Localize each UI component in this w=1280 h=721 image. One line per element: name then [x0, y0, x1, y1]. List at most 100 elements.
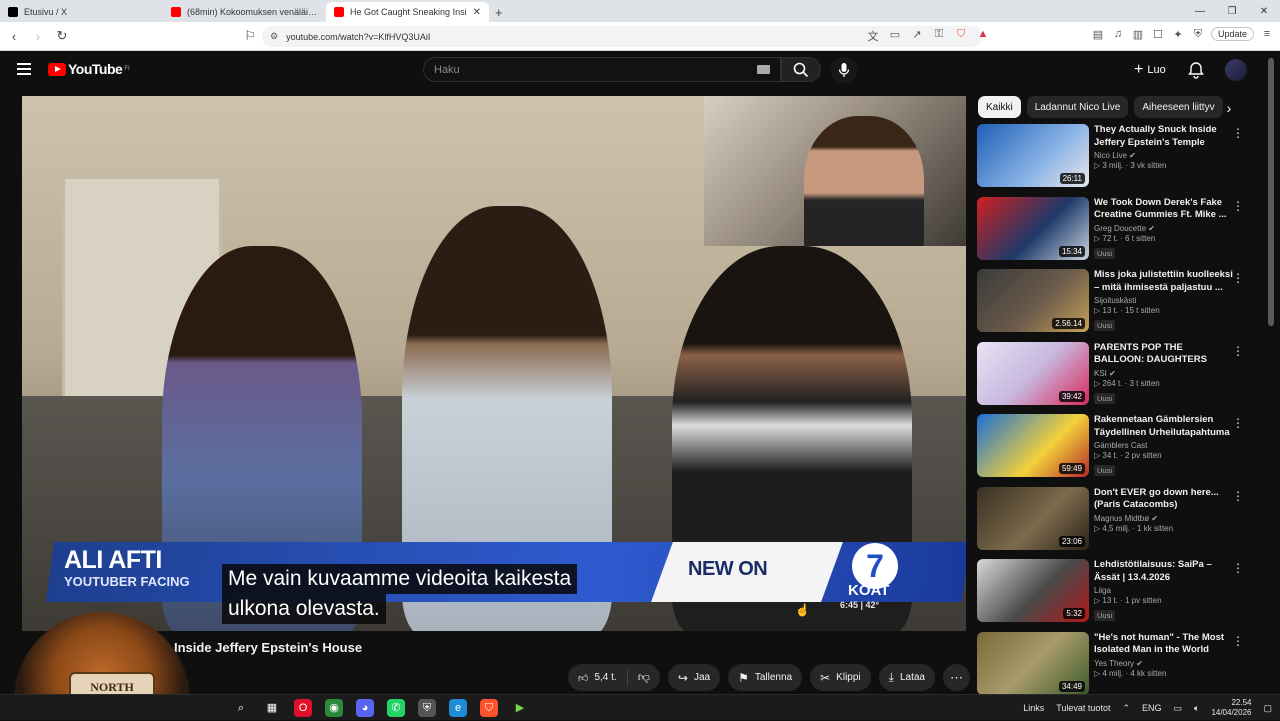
menu-hamburger-icon[interactable]	[17, 63, 31, 78]
recommendation-title[interactable]: Lehdistötilaisuus: SaiPa – Ässät | 13.4.…	[1094, 559, 1234, 584]
chip-all[interactable]: Kaikki	[978, 96, 1021, 118]
bookmarks-icon[interactable]: ☐	[1151, 28, 1165, 41]
video-thumbnail[interactable]: 5:32	[977, 559, 1089, 622]
links-toolbar[interactable]: Links	[1023, 703, 1044, 713]
recommendation-title[interactable]: We Took Down Derek's Fake Creatine Gummi…	[1094, 197, 1234, 222]
browser-tab[interactable]: Etusivu / X	[0, 2, 163, 22]
video-thumbnail[interactable]: 34:49	[977, 631, 1089, 695]
video-thumbnail[interactable]: 2.56.14	[977, 269, 1089, 332]
vpn-icon[interactable]: ⛨	[1191, 28, 1205, 41]
share-button[interactable]: ↪ Jaa	[667, 664, 721, 691]
network-icon[interactable]: ▭	[1174, 703, 1183, 714]
channel-name[interactable]: Yes Theory ✔	[1094, 659, 1234, 668]
extensions-icon[interactable]: ✦	[1171, 28, 1185, 41]
rewards-icon[interactable]: ▲	[976, 28, 990, 44]
minimize-icon[interactable]: —	[1184, 0, 1216, 22]
like-button[interactable]: 👍︎ 5,4 t.	[568, 669, 628, 686]
translate-icon[interactable]: 文	[866, 28, 880, 44]
voice-search-button[interactable]	[831, 57, 857, 83]
menu-icon[interactable]: ≡	[1260, 28, 1274, 40]
discord-icon[interactable]: ◕	[356, 699, 374, 717]
more-vertical-icon[interactable]: ⋮	[1232, 344, 1244, 358]
recommendation-title[interactable]: Rakennetaan Gämblersien Täydellinen Urhe…	[1094, 414, 1234, 439]
more-vertical-icon[interactable]: ⋮	[1232, 416, 1244, 430]
browser-tab[interactable]: (68min) Kokoomuksen venäläinen se	[163, 2, 326, 22]
key-icon[interactable]: ⚿	[932, 28, 946, 44]
chip-related[interactable]: Aiheeseen liittyv	[1134, 96, 1223, 118]
music-icon[interactable]: ♫	[1111, 28, 1125, 40]
brave-shields-icon[interactable]: ⛉	[954, 28, 968, 44]
media-player-icon[interactable]: ▶	[511, 699, 529, 717]
more-actions-button[interactable]: ⋯	[942, 664, 970, 691]
chip-channel[interactable]: Ladannut Nico Live	[1026, 96, 1129, 118]
whatsapp-icon[interactable]: ✆	[387, 699, 405, 717]
recommendation-item[interactable]: 23:06 Don't EVER go down here... (Paris C…	[977, 486, 1267, 560]
recommendation-title[interactable]: "He's not human" - The Most Isolated Man…	[1094, 632, 1234, 657]
notifications-bell-icon[interactable]	[1187, 61, 1205, 79]
tray-up-icon[interactable]: ⌃	[1122, 703, 1130, 714]
save-button[interactable]: ⚑ Tallenna	[728, 664, 803, 691]
chrome-icon[interactable]: ◉	[325, 699, 343, 717]
channel-name[interactable]: Sijoituskästi	[1094, 296, 1234, 305]
browser-tab[interactable]: He Got Caught Sneaking Insi ✕	[326, 2, 489, 22]
sidebar-icon[interactable]: ▤	[1091, 28, 1105, 41]
video-player[interactable]: ALI AFTI YOUTUBER FACING NEW ON 7 KOAT 6…	[22, 96, 966, 631]
channel-name[interactable]: Gämblers Cast	[1094, 441, 1234, 450]
back-icon[interactable]: ‹	[4, 29, 24, 44]
dislike-button[interactable]: 👎︎	[628, 670, 660, 685]
close-window-icon[interactable]: ✕	[1248, 0, 1280, 22]
video-thumbnail[interactable]: 59:49	[977, 414, 1089, 477]
video-thumbnail[interactable]: 23:06	[977, 486, 1089, 550]
recommendation-title[interactable]: PARENTS POP THE BALLOON: DAUGHTERS EDITI…	[1094, 342, 1234, 367]
new-tab-button[interactable]: +	[489, 5, 513, 22]
forward-icon[interactable]: ›	[28, 29, 48, 44]
maximize-icon[interactable]: ❐	[1216, 0, 1248, 22]
recommendation-item[interactable]: 2.56.14 Miss joka julistettiin kuolleeksi…	[977, 269, 1267, 342]
news-widget[interactable]: Tulevat tuotot	[1056, 703, 1110, 713]
channel-name[interactable]: Greg Doucette ✔	[1094, 224, 1234, 233]
reload-icon[interactable]: ↻	[52, 28, 72, 44]
volume-icon[interactable]: 🔈︎	[1194, 703, 1199, 714]
edge-icon[interactable]: e	[449, 699, 467, 717]
recommendation-title[interactable]: Don't EVER go down here... (Paris Cataco…	[1094, 487, 1234, 512]
account-avatar[interactable]	[1225, 59, 1247, 81]
more-vertical-icon[interactable]: ⋮	[1232, 634, 1244, 648]
panel-icon[interactable]: ▥	[1131, 28, 1145, 41]
recommendation-title[interactable]: Miss joka julistettiin kuolleeksi – mitä…	[1094, 269, 1234, 294]
scrollbar[interactable]	[1268, 58, 1274, 326]
cast-icon[interactable]: ▭	[888, 28, 902, 44]
notifications-icon[interactable]: ▢	[1263, 703, 1272, 714]
video-thumbnail[interactable]: 26:11	[977, 124, 1089, 187]
channel-name[interactable]: Nico Live ✔	[1094, 151, 1234, 160]
chevron-right-icon[interactable]: ›	[1218, 97, 1240, 119]
brave-icon[interactable]: ⛉	[480, 699, 498, 717]
channel-name[interactable]: Magnus Midtbø ✔	[1094, 514, 1234, 523]
opera-icon[interactable]: O	[294, 699, 312, 717]
more-vertical-icon[interactable]: ⋮	[1232, 271, 1244, 285]
download-button[interactable]: ⤓ Lataa	[878, 664, 935, 691]
language-indicator[interactable]: ENG	[1142, 703, 1162, 713]
more-vertical-icon[interactable]: ⋮	[1232, 199, 1244, 213]
recommendation-title[interactable]: They Actually Snuck Inside Jeffery Epste…	[1094, 124, 1234, 149]
site-info-icon[interactable]: ⚙	[270, 31, 278, 42]
search-button[interactable]	[781, 57, 821, 82]
tab-close-icon[interactable]: ✕	[473, 7, 481, 18]
clip-button[interactable]: ✂ Klippi	[810, 664, 871, 691]
shield-icon[interactable]: ⛨	[418, 699, 436, 717]
recommendation-item[interactable]: 15:34 We Took Down Derek's Fake Creatine …	[977, 196, 1267, 270]
more-vertical-icon[interactable]: ⋮	[1232, 561, 1244, 575]
more-vertical-icon[interactable]: ⋮	[1232, 489, 1244, 503]
video-thumbnail[interactable]: 39:42	[977, 341, 1089, 405]
clock[interactable]: 22.54 14/04/2026	[1211, 698, 1251, 718]
recommendation-item[interactable]: 39:42 PARENTS POP THE BALLOON: DAUGHTERS …	[977, 341, 1267, 415]
bookmark-icon[interactable]: ⚐	[240, 28, 260, 44]
task-view-icon[interactable]: ▦	[263, 699, 281, 717]
recommendation-item[interactable]: 59:49 Rakennetaan Gämblersien Täydellinen…	[977, 414, 1267, 487]
update-button[interactable]: Update	[1210, 27, 1254, 41]
channel-name[interactable]: KSI ✔	[1094, 369, 1234, 378]
youtube-logo[interactable]: YouTube FI	[48, 61, 130, 77]
search-icon[interactable]: ⌕	[232, 699, 250, 717]
share-page-icon[interactable]: ↗	[910, 28, 924, 44]
recommendation-item[interactable]: 5:32 Lehdistötilaisuus: SaiPa – Ässät | 1…	[977, 559, 1267, 632]
channel-name[interactable]: Liiga	[1094, 586, 1234, 595]
